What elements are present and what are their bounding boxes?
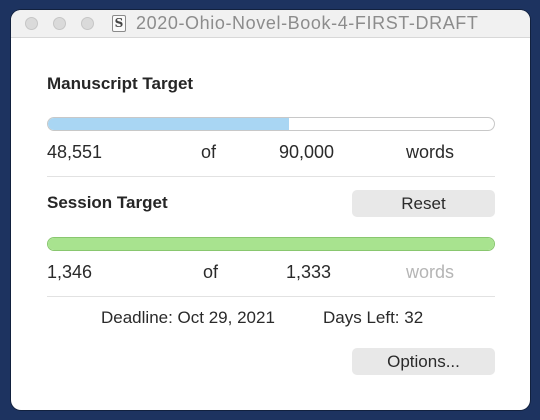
manuscript-unit-label: words bbox=[406, 142, 455, 162]
section-divider bbox=[47, 296, 495, 297]
session-current-words: 1,346 bbox=[47, 262, 93, 282]
session-target-words: 1,333 bbox=[286, 262, 332, 282]
section-divider bbox=[47, 176, 495, 177]
manuscript-progress-bar bbox=[47, 117, 495, 131]
manuscript-of-label: of bbox=[201, 142, 217, 162]
project-targets-window: S 2020-Ohio-Novel-Book-4-FIRST-DRAFT Man… bbox=[11, 10, 530, 410]
session-progress-bar bbox=[47, 237, 495, 251]
zoom-button[interactable] bbox=[81, 17, 94, 30]
close-button[interactable] bbox=[25, 17, 38, 30]
manuscript-target-words: 90,000 bbox=[279, 142, 335, 162]
scrivener-document-icon: S bbox=[112, 15, 126, 32]
manuscript-current-words: 48,551 bbox=[47, 142, 103, 162]
reset-button[interactable]: Reset bbox=[352, 190, 495, 217]
manuscript-target-heading: Manuscript Target bbox=[47, 74, 194, 93]
session-of-label: of bbox=[203, 262, 219, 282]
session-target-heading: Session Target bbox=[47, 193, 168, 212]
options-button[interactable]: Options... bbox=[352, 348, 495, 375]
manuscript-progress-fill bbox=[48, 118, 289, 130]
session-unit-label: words bbox=[406, 262, 455, 282]
minimize-button[interactable] bbox=[53, 17, 66, 30]
title-bar[interactable]: S 2020-Ohio-Novel-Book-4-FIRST-DRAFT bbox=[11, 10, 530, 38]
session-progress-fill bbox=[48, 238, 494, 250]
days-left-text: Days Left: 32 bbox=[323, 308, 424, 327]
window-title: 2020-Ohio-Novel-Book-4-FIRST-DRAFT bbox=[136, 13, 479, 33]
deadline-text: Deadline: Oct 29, 2021 bbox=[101, 308, 275, 327]
